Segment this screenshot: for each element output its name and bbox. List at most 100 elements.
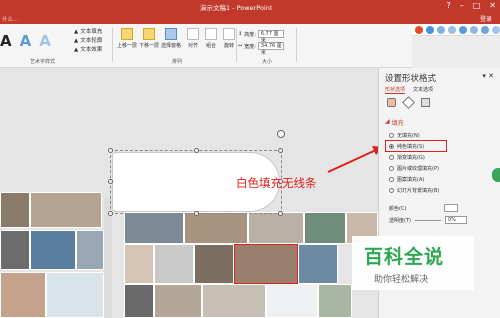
radio-gradient-fill[interactable]: [389, 155, 394, 160]
minimize-icon[interactable]: –: [460, 0, 464, 12]
photo-thumbnail[interactable]: [30, 230, 76, 270]
ribbon-tab-row: 什么... 登录: [0, 12, 500, 24]
selection-pane-button[interactable]: 选择窗格: [160, 28, 182, 49]
ribbon-separator: [296, 28, 297, 62]
group-icon: [205, 28, 217, 40]
height-input[interactable]: 6.77 厘米: [257, 30, 284, 44]
window-title: 演示文稿1 - PowerPoint: [200, 4, 273, 12]
color-picker-button[interactable]: [444, 204, 459, 212]
resize-handle[interactable]: [194, 211, 199, 216]
login-link[interactable]: 登录: [480, 14, 492, 23]
rotate-handle[interactable]: [277, 130, 285, 138]
bring-forward-button[interactable]: 上移一层: [116, 28, 138, 49]
ribbon-separator: [112, 28, 113, 62]
text-outline-button[interactable]: ▲ 文本轮廓: [74, 37, 102, 46]
side-tab[interactable]: [492, 168, 500, 182]
skin-icon[interactable]: [481, 25, 489, 34]
photo-thumbnail[interactable]: [76, 230, 104, 270]
photo-thumbnail[interactable]: [194, 244, 234, 284]
photo-thumbnail[interactable]: [304, 212, 346, 244]
tell-me-hint[interactable]: 什么...: [2, 15, 18, 23]
effects-icon[interactable]: [402, 96, 415, 109]
photo-thumbnail[interactable]: [46, 272, 104, 318]
resize-handle[interactable]: [278, 148, 283, 153]
photo-thumbnail[interactable]: [184, 212, 248, 244]
width-control: ↔ 宽度: 34.76 厘米: [238, 42, 284, 56]
text-fill-icon: ▲: [74, 29, 79, 35]
resize-handle[interactable]: [108, 148, 113, 153]
text-fill-button[interactable]: ▲ 文本填充: [74, 28, 102, 37]
slide-workspace[interactable]: 白色填充无线条: [0, 68, 378, 318]
resize-handle[interactable]: [194, 148, 199, 153]
vertical-scrollbar[interactable]: [104, 198, 112, 318]
wordart-gallery[interactable]: A A A: [0, 32, 51, 50]
photo-thumbnail[interactable]: [0, 192, 30, 228]
voice-icon[interactable]: [459, 25, 467, 34]
text-effects-button[interactable]: ▲ 文本效果: [74, 46, 102, 55]
photo-thumbnail[interactable]: [0, 272, 46, 318]
ribbon-separator: [236, 28, 237, 62]
fill-line-icon[interactable]: [387, 98, 396, 107]
maximize-icon[interactable]: □: [473, 0, 481, 12]
transparency-input[interactable]: 0%: [444, 216, 467, 224]
wordart-style-3[interactable]: A: [39, 32, 51, 50]
slide-canvas[interactable]: 白色填充无线条: [0, 68, 378, 318]
radio-picture-fill[interactable]: [389, 166, 394, 171]
photo-thumbnail[interactable]: [298, 244, 338, 284]
option-pattern-fill[interactable]: 图案填充(A): [389, 176, 424, 183]
photo-thumbnail[interactable]: [0, 230, 30, 270]
width-input[interactable]: 34.76 厘米: [257, 42, 284, 56]
wordart-style-1[interactable]: A: [0, 32, 12, 50]
send-backward-button[interactable]: 下移一层: [138, 28, 160, 49]
photo-thumbnail[interactable]: [318, 284, 352, 318]
photo-thumbnail[interactable]: [154, 244, 194, 284]
ime-mode-icon[interactable]: [426, 25, 434, 34]
align-icon: [187, 28, 199, 40]
resize-handle[interactable]: [278, 211, 283, 216]
photo-thumbnail[interactable]: [30, 192, 102, 228]
option-background-fill[interactable]: 幻灯片背景填充(B): [389, 187, 439, 194]
tab-text-options[interactable]: 文本选项: [413, 86, 433, 94]
photo-thumbnail[interactable]: [124, 212, 184, 244]
fill-section-header[interactable]: ◢ 填充: [385, 118, 404, 127]
photo-thumbnail-selected[interactable]: [234, 244, 298, 284]
keyboard-icon[interactable]: [470, 25, 478, 34]
wordart-group-label: 艺术字样式: [30, 59, 56, 65]
help-icon[interactable]: ?: [446, 0, 450, 12]
arrange-group-label: 排列: [172, 59, 183, 65]
photo-thumbnail[interactable]: [202, 284, 266, 318]
resize-handle[interactable]: [108, 211, 113, 216]
option-gradient-fill[interactable]: 渐变填充(G): [389, 154, 425, 161]
ime-toolbar[interactable]: [412, 24, 500, 36]
text-effects-icon: ▲: [74, 47, 79, 53]
radio-pattern-fill[interactable]: [389, 177, 394, 182]
tab-shape-options[interactable]: 形状选项: [385, 86, 406, 94]
option-no-fill[interactable]: 无填充(N): [389, 132, 420, 139]
photo-thumbnail[interactable]: [124, 244, 154, 284]
transparency-slider[interactable]: [414, 219, 441, 221]
resize-handle[interactable]: [108, 179, 113, 184]
ribbon: A A A ▲ 文本填充 ▲ 文本轮廓 ▲ 文本效果 艺术字样式 上移一层 下移一层 …: [0, 24, 412, 68]
wordart-style-2[interactable]: A: [20, 32, 32, 50]
photo-thumbnail[interactable]: [124, 284, 154, 318]
close-icon[interactable]: ✕: [489, 0, 496, 12]
photo-thumbnail[interactable]: [154, 284, 202, 318]
height-icon: ↕: [238, 31, 243, 37]
option-picture-fill[interactable]: 图片或纹理填充(P): [389, 165, 439, 172]
width-icon: ↔: [238, 43, 243, 49]
size-group-label: 大小: [262, 59, 273, 65]
size-properties-icon[interactable]: [421, 98, 430, 107]
pane-close-icon[interactable]: ▾ ✕: [482, 72, 494, 80]
toolbox-icon[interactable]: [492, 25, 500, 34]
text-outline-icon: ▲: [74, 38, 79, 44]
punctuation-icon[interactable]: [437, 25, 445, 34]
send-backward-icon: [143, 28, 155, 40]
radio-background-fill[interactable]: [389, 188, 394, 193]
radio-no-fill[interactable]: [389, 133, 394, 138]
watermark: 百科全说 助你轻松解决: [352, 236, 474, 290]
emoji-icon[interactable]: [448, 25, 456, 34]
color-row: 颜色(C): [389, 204, 459, 212]
height-control: ↕ 高度: 6.77 厘米: [238, 30, 284, 44]
photo-thumbnail[interactable]: [248, 212, 304, 244]
photo-thumbnail[interactable]: [266, 284, 318, 318]
